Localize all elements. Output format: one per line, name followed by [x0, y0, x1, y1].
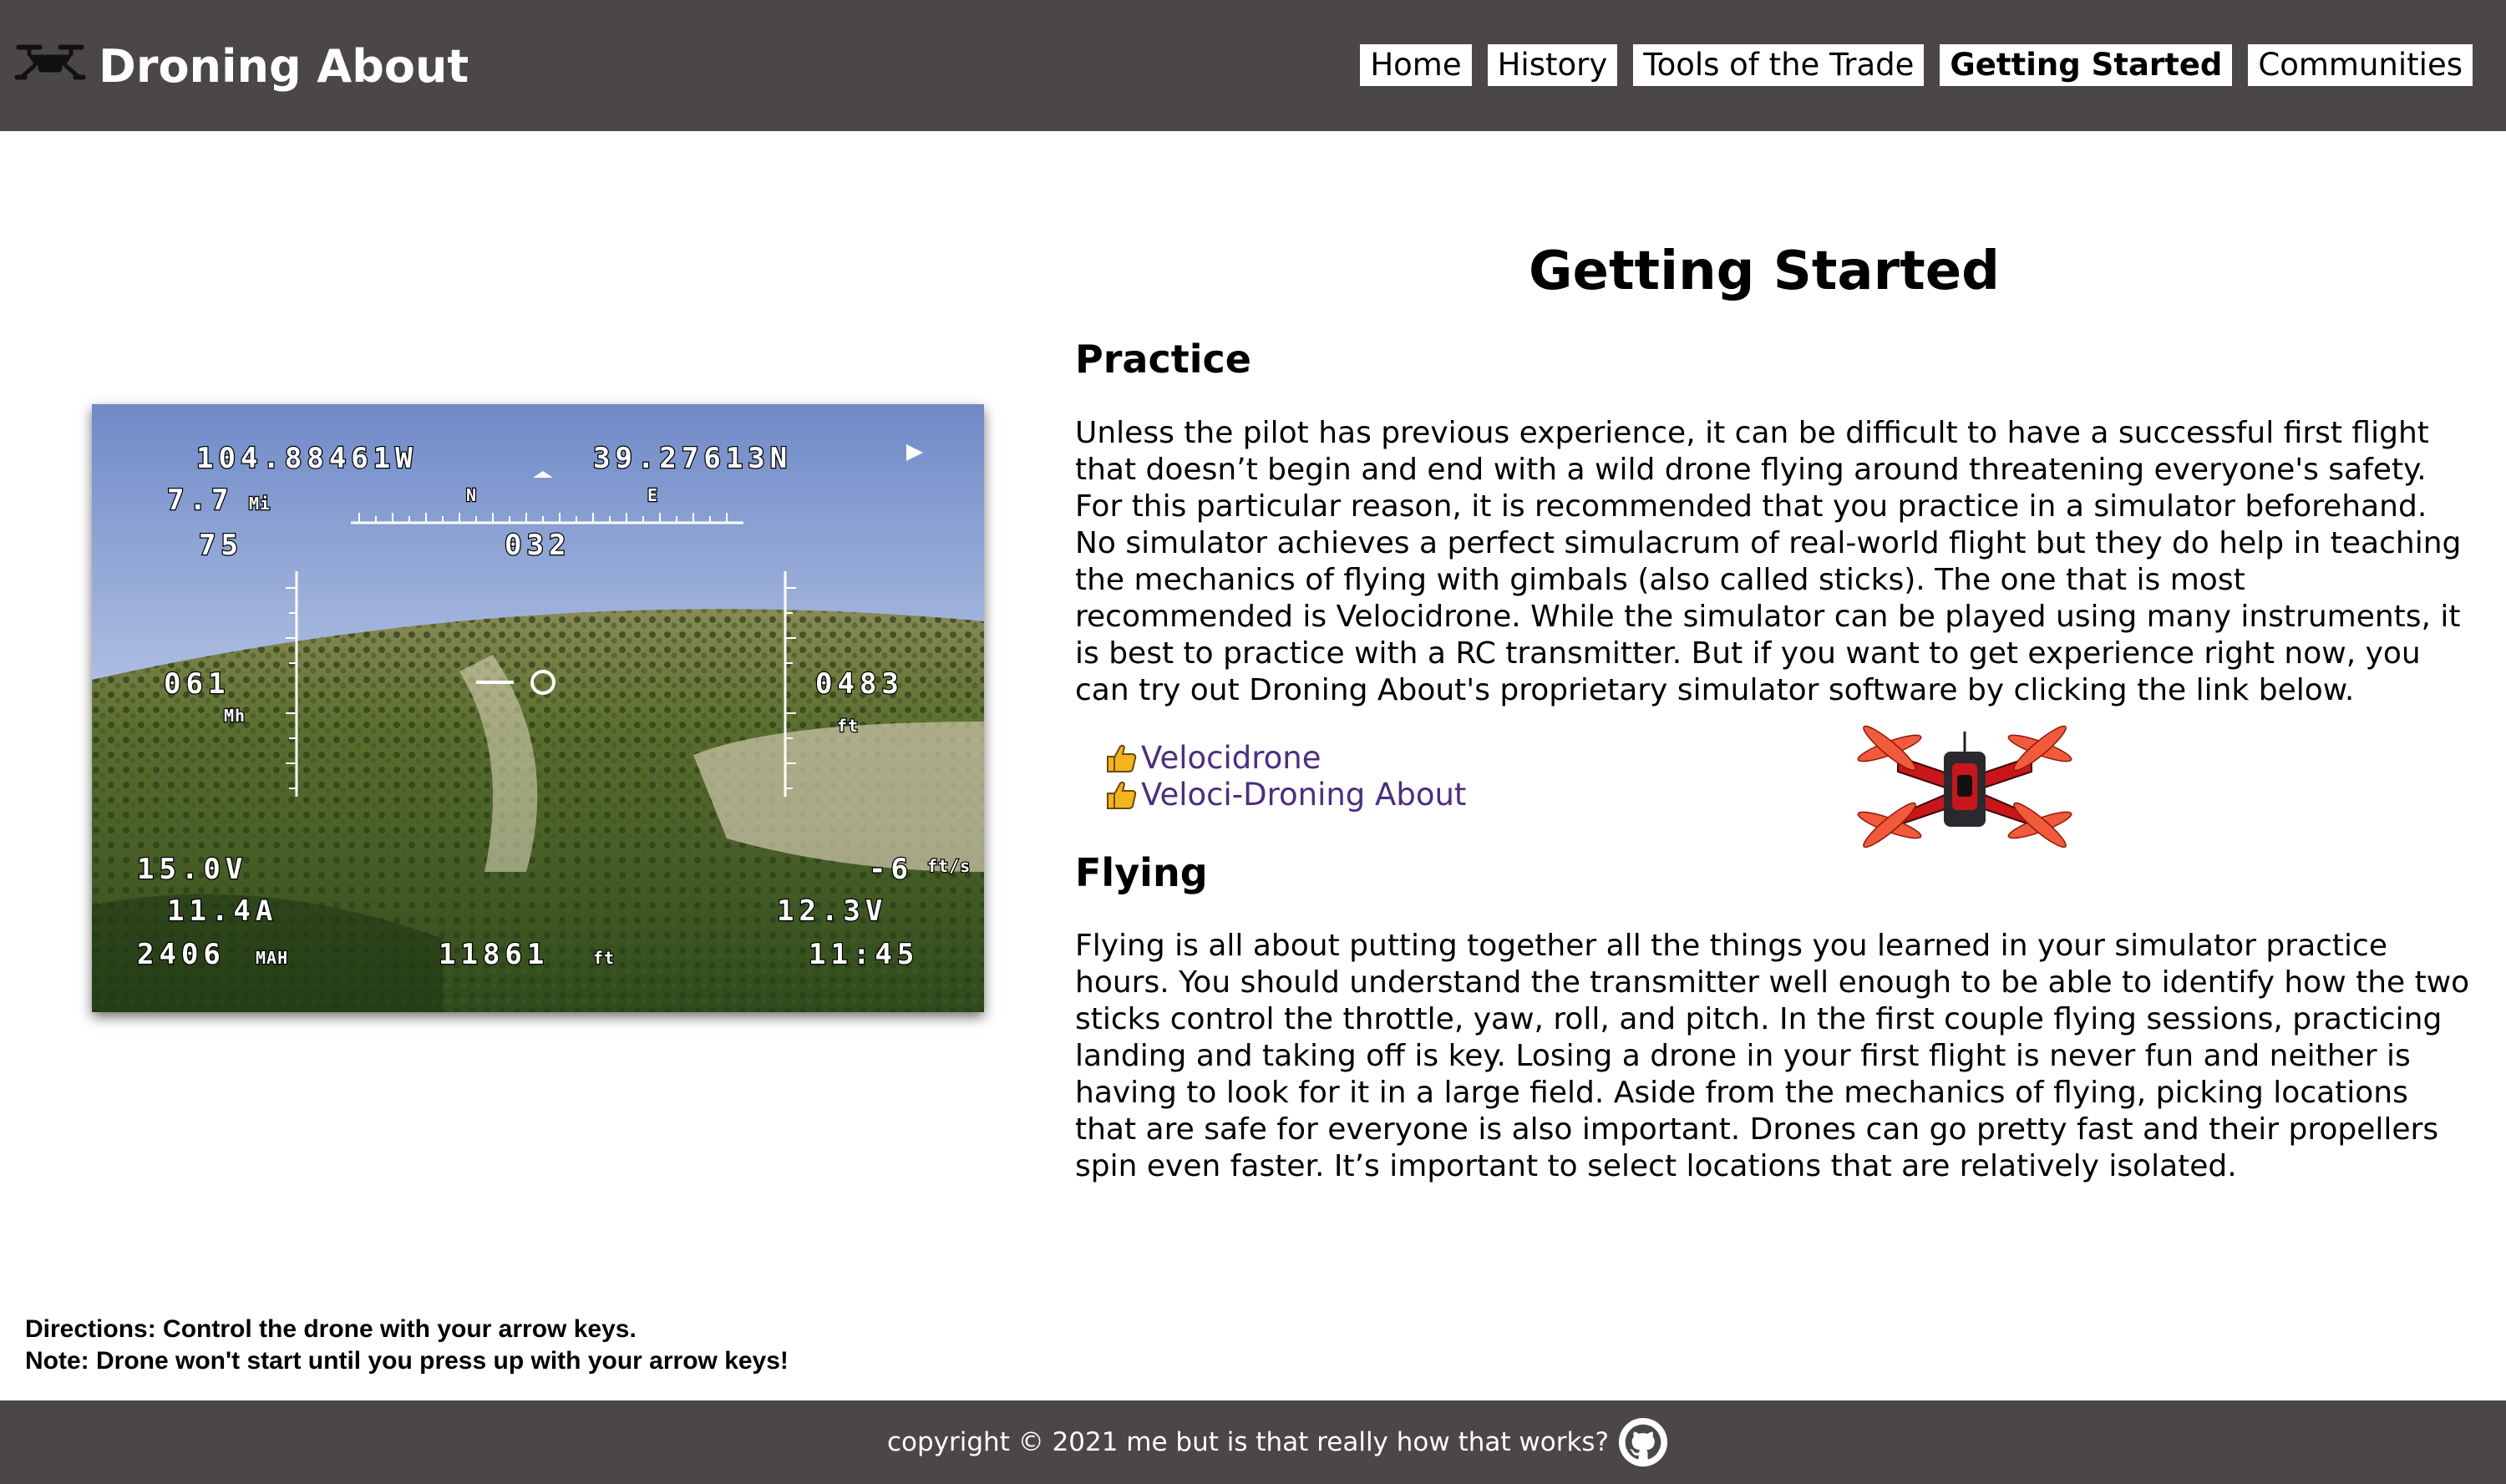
fpv-osd-svg: .osd { font-family: "DejaVu Sans Mono", … — [92, 404, 984, 1012]
link-veloci-droning-about-label[interactable]: Veloci-Droning About — [1141, 777, 1466, 813]
thumbs-up-icon — [1107, 781, 1137, 809]
osd-aux-voltage: 12.3V — [777, 894, 887, 928]
osd-home-distance: 11861 — [439, 938, 549, 971]
osd-compass-e: E — [647, 485, 658, 505]
github-icon[interactable] — [1617, 1416, 1669, 1468]
flying-paragraph: Flying is all about putting together all… — [1075, 929, 2470, 1183]
nav-item-getting-started[interactable]: Getting Started — [1940, 44, 2233, 86]
osd-home-arrow: 75 — [199, 529, 243, 562]
nav-item-history[interactable]: History — [1487, 44, 1618, 86]
osd-vertical-speed-unit: ft/s — [927, 856, 971, 876]
osd-capacity-unit: MAH — [256, 948, 288, 968]
drone-logo-icon — [14, 44, 86, 80]
main-content: Getting Started Practice Unless the pilo… — [1075, 225, 2470, 1183]
nav-item-communities[interactable]: Communities — [2248, 44, 2473, 86]
playable-drone-icon[interactable] — [1819, 723, 2111, 848]
directions-line: Directions: Control the drone with your … — [25, 1315, 637, 1343]
osd-flight-time: 11:45 — [809, 938, 919, 971]
link-velocidrone[interactable]: Velocidrone — [1104, 740, 1466, 777]
osd-current: 11.4A — [167, 894, 277, 928]
page-title: Getting Started — [1529, 241, 2000, 302]
osd-vertical-speed: -6 — [869, 853, 913, 886]
osd-home-distance-unit: ft — [593, 948, 615, 968]
osd-distance: 7.7 — [167, 484, 233, 517]
directions-note: Note: Drone won't start until you press … — [25, 1347, 789, 1375]
main-nav: Home History Tools of the Trade Getting … — [1360, 44, 2473, 86]
simulator-links: Velocidrone Veloci-Droning About — [1104, 740, 1466, 813]
site-header: Droning About Home History Tools of the … — [0, 0, 2506, 131]
osd-distance-unit: Mi — [249, 494, 271, 514]
osd-capacity: 2406 — [137, 938, 226, 971]
site-title[interactable]: Droning About — [99, 37, 469, 97]
osd-compass-n: N — [466, 485, 477, 505]
osd-speed: 061 — [164, 667, 230, 701]
copyright-text: copyright © 2021 me but is that really h… — [886, 1427, 1610, 1457]
link-velocidrone-label[interactable]: Velocidrone — [1141, 740, 1321, 777]
nav-item-home[interactable]: Home — [1360, 44, 1472, 86]
practice-paragraph: Unless the pilot has previous experience… — [1075, 416, 2462, 707]
practice-heading: Practice — [1075, 337, 1251, 382]
game-directions: Directions: Control the drone with your … — [25, 1314, 789, 1377]
osd-speed-unit: Mh — [224, 706, 246, 726]
link-veloci-droning-about[interactable]: Veloci-Droning About — [1104, 777, 1466, 813]
osd-altitude: 0483 — [815, 667, 904, 701]
osd-main-voltage: 15.0V — [137, 853, 247, 886]
fpv-osd-image: .osd { font-family: "DejaVu Sans Mono", … — [92, 404, 984, 1012]
osd-longitude: 104.88461W — [196, 442, 418, 475]
thumbs-up-icon — [1107, 744, 1137, 772]
flying-heading: Flying — [1075, 850, 1208, 895]
nav-item-tools-of-the-trade[interactable]: Tools of the Trade — [1633, 44, 1925, 86]
osd-heading: 032 — [505, 529, 571, 562]
osd-latitude: 39.27613N — [593, 442, 792, 475]
osd-altitude-unit: ft — [837, 716, 859, 736]
site-footer: copyright © 2021 me but is that really h… — [0, 1400, 2506, 1484]
